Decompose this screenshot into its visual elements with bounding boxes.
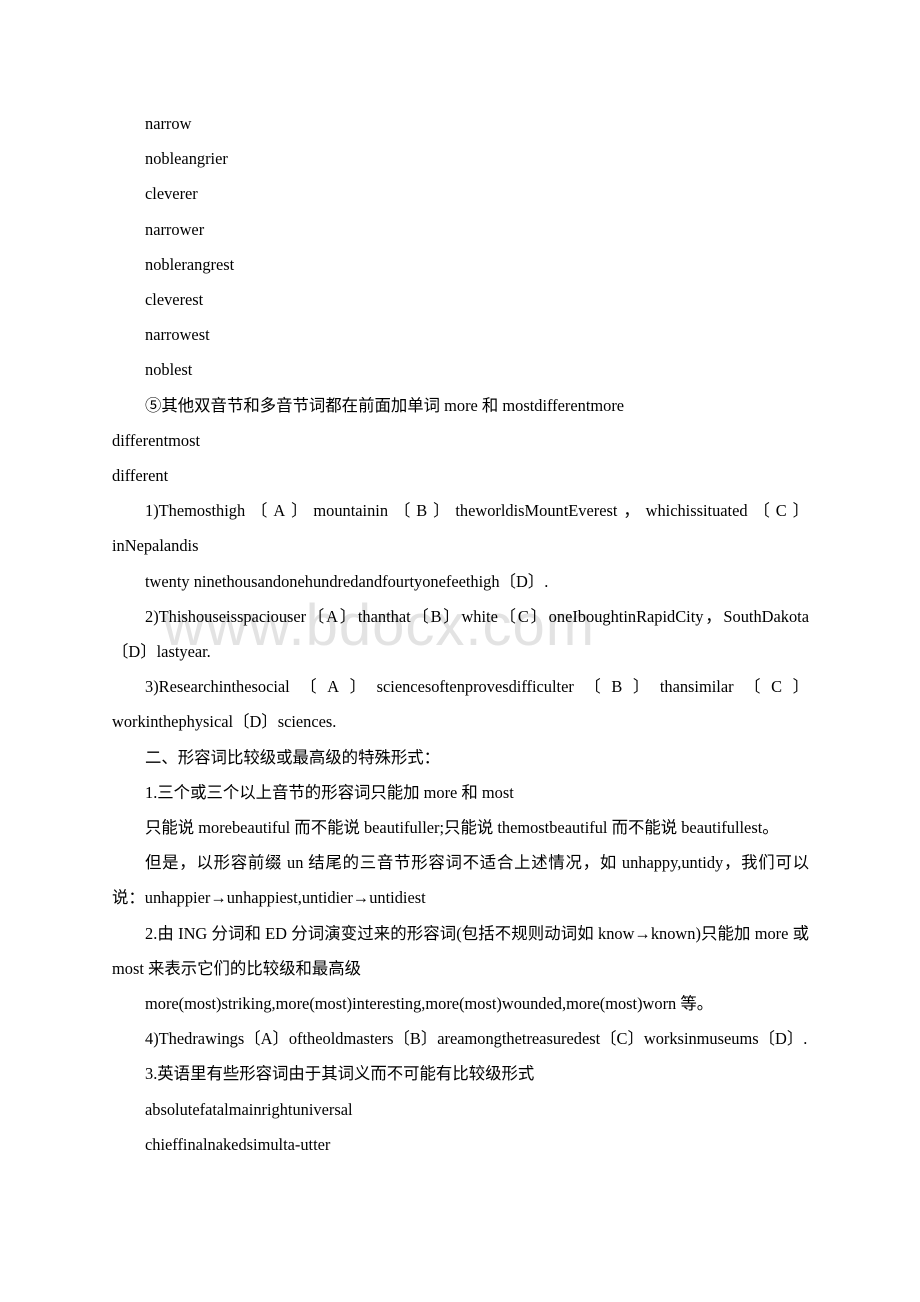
paragraph-w-narrow: narrow — [145, 114, 192, 133]
paragraph-rule-3: 3.英语里有些形容词由于其词义而不可能有比较级形式 — [145, 1064, 535, 1084]
paragraph-w-noblest: noblest — [145, 360, 193, 380]
paragraph-rule-3-ex2: chieffinalnakedsimulta-utter — [145, 1134, 331, 1154]
paragraph-rule-1-note: 只能说 morebeautiful 而不能说 beautifuller;只能说 … — [145, 818, 779, 838]
paragraph-w-narrowest: narrowest — [145, 325, 210, 345]
paragraph-w-cleverer: cleverer — [145, 184, 198, 204]
paragraph-ex-1-cont: twenty ninethousandonehundredandfourtyon… — [145, 571, 549, 591]
paragraph-rule-3-ex1: absolutefatalmainrightuniversal — [145, 1099, 353, 1119]
paragraph-rule-1: 1.三个或三个以上音节的形容词只能加 more 和 most — [145, 782, 514, 802]
document-body: narrow nobleangrier cleverer narrower nobler… — [112, 106, 809, 1162]
paragraph-heading-2: 二、形容词比较级或最高级的特殊形式： — [145, 747, 441, 767]
paragraph-w-noblerangrest: noblerangrest — [145, 254, 235, 274]
paragraph-ex-1: 1)Themosthigh〔A〕mountainin〔B〕theworldisM… — [112, 501, 809, 556]
paragraph-w-narrower: narrower — [145, 219, 205, 239]
paragraph-w-cleverest: cleverest — [145, 290, 204, 310]
paragraph-ex-4: 4)Thedrawings〔A〕oftheoldmasters〔B〕areamo… — [145, 1029, 808, 1049]
paragraph-rule-2-ex: more(most)striking,more(most)interesting… — [145, 994, 714, 1014]
paragraph-w-nobleangrier: nobleangrier — [145, 149, 228, 169]
paragraph-rule-5: ⑤其他双音节和多音节词都在前面加单词 more 和 mostdifferentm… — [145, 395, 625, 415]
paragraph-w-different: different — [112, 466, 169, 486]
paragraph-ex-2: 2)Thishouseisspaciouser〔A〕thanthat〔B〕whi… — [112, 606, 809, 662]
paragraph-rule-2: 2.由 ING 分词和 ED 分词演变过来的形容词(包括不规则动词如 know→… — [112, 923, 809, 978]
paragraph-rule-1-exc: 但是，以形容前缀 un 结尾的三音节形容词不适合上述情况，如 unhappy,u… — [112, 853, 809, 908]
paragraph-ex-3: 3)Researchinthesocial〔A〕sciencesoftenpro… — [112, 677, 809, 732]
document-page: www.bdocx.com narrow nobleangrier cleverer… — [0, 0, 920, 1302]
paragraph-w-differentmost: differentmost — [112, 430, 201, 450]
